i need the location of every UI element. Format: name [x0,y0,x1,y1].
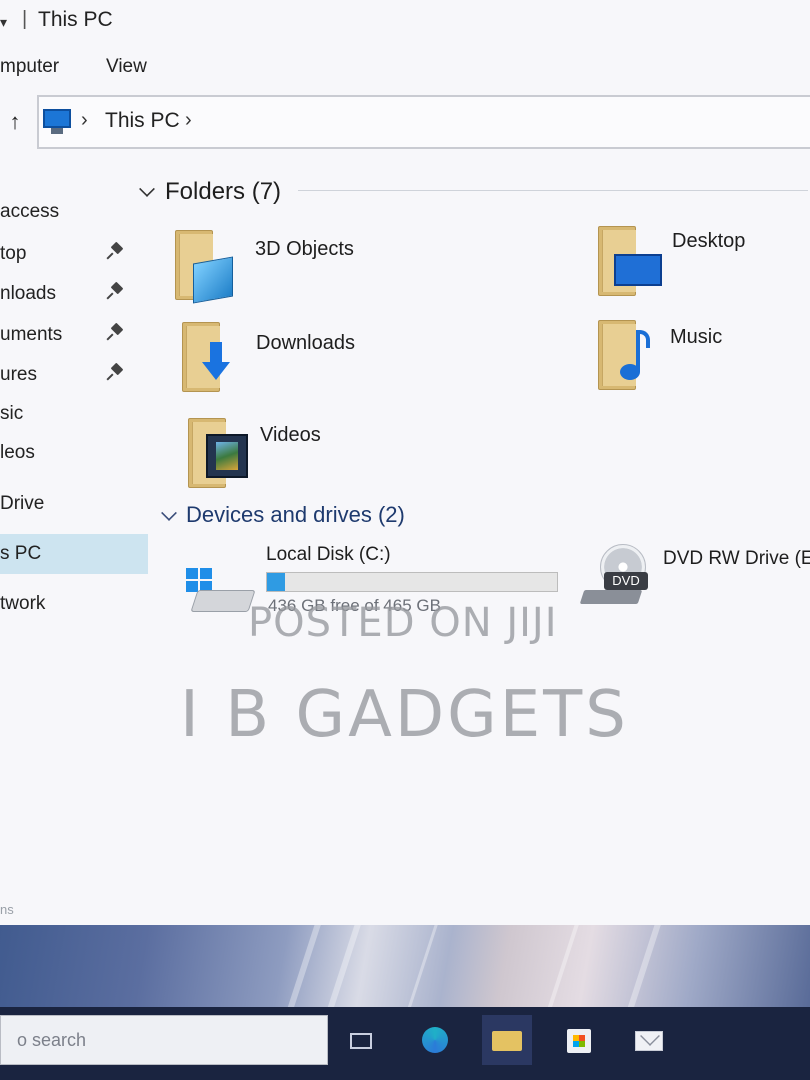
folder-name: Downloads [256,332,355,354]
chevron-down-icon [139,181,155,197]
nav-item-onedrive[interactable]: Drive [0,484,148,524]
folder-name: 3D Objects [255,238,354,260]
file-explorer-icon [492,1031,522,1051]
drive-name: Local Disk (C:) [266,544,391,565]
dvd-badge: DVD [604,572,648,590]
pin-icon [106,322,124,341]
breadcrumb-chevron-icon[interactable]: › [81,109,88,132]
dvd-drive-icon: DVD [579,544,652,606]
windows-logo-icon [186,568,212,592]
task-view-button[interactable] [336,1015,386,1065]
folder-desktop[interactable]: Desktop [598,226,808,316]
status-bar-text: ns [0,902,14,917]
title-separator: | [22,8,28,30]
window-title: This PC [38,8,113,31]
drive-dvd-rw-e[interactable]: DVD DVD RW Drive (E:) [579,544,810,614]
desktop-folder-icon [598,226,662,296]
folder-name: Videos [260,424,321,446]
pin-icon [106,281,124,300]
mail-icon [635,1031,663,1051]
taskbar: o search [0,1007,810,1080]
store-icon [567,1029,591,1053]
content-pane: Folders (7) 3D Objects Desktop Downloads… [130,160,810,920]
pin-icon [106,362,124,381]
address-bar[interactable]: › This PC › [37,95,810,149]
nav-item-desktop[interactable]: top [0,234,148,274]
nav-item-pictures[interactable]: ures [0,355,148,395]
mail-button[interactable] [624,1015,674,1065]
nav-item-quick-access[interactable]: access [0,192,148,232]
disk-usage-bar [266,572,558,592]
nav-item-label: twork [0,593,46,614]
tab-computer[interactable]: mputer [0,56,59,78]
nav-item-label: ures [0,364,37,385]
desktop-wallpaper [0,925,810,1007]
address-row: ↑ › This PC › [0,95,810,153]
music-folder-icon [598,320,650,390]
devices-group-header[interactable]: Devices and drives (2) [140,502,410,538]
nav-item-label: top [0,243,27,264]
folder-downloads[interactable]: Downloads [182,322,482,412]
nav-item-label: sic [0,403,24,424]
folder-videos[interactable]: Videos [188,418,488,508]
nav-item-label: uments [0,324,63,345]
nav-item-documents[interactable]: uments [0,315,148,355]
edge-icon [422,1027,448,1053]
folder-3d-objects[interactable]: 3D Objects [175,230,475,320]
breadcrumb-this-pc[interactable]: This PC [105,109,180,133]
pin-icon [106,241,124,260]
this-pc-icon [43,109,71,135]
file-explorer-button[interactable] [482,1015,532,1065]
tab-view[interactable]: View [106,56,147,78]
navigation-pane: access top nloads uments ures sic leos D… [0,160,148,920]
quick-access-toolbar-dropdown-icon[interactable]: ▾ [0,14,7,31]
nav-item-label: s PC [0,543,42,564]
nav-item-network[interactable]: twork [0,584,148,624]
taskbar-search-box[interactable]: o search [0,1015,328,1065]
nav-item-label: nloads [0,283,56,304]
group-divider [298,190,808,191]
3d-objects-icon [175,230,233,304]
folder-name: Desktop [672,230,746,252]
nav-item-this-pc[interactable]: s PC [0,534,148,574]
nav-item-downloads[interactable]: nloads [0,274,148,314]
drive-name: DVD RW Drive (E:) [663,548,810,569]
disk-usage-fill [267,573,285,591]
search-placeholder: o search [17,1030,87,1050]
nav-item-label: Drive [0,493,45,514]
ribbon-tabs: mputer View [0,50,810,86]
folders-group-header[interactable]: Folders (7) [139,178,310,214]
watermark-brand: I B GADGETS [180,678,629,752]
watermark-posted-on: POSTED ON JIJI [248,600,558,646]
title-bar: ▾ | This PC [0,0,810,42]
store-button[interactable] [554,1015,604,1065]
nav-item-label: access [0,201,60,222]
folder-name: Music [670,326,723,348]
file-explorer-window: ▾ | This PC mputer View ↑ › This PC › ac… [0,0,810,925]
up-arrow-button[interactable]: ↑ [4,109,26,135]
folder-music[interactable]: Music [598,320,808,410]
downloads-folder-icon [182,322,234,392]
nav-item-label: leos [0,442,35,463]
task-view-icon [350,1033,372,1049]
nav-item-videos[interactable]: leos [0,433,148,473]
folders-group-label: Folders (7) [165,178,282,205]
breadcrumb-chevron-icon[interactable]: › [185,109,192,132]
videos-folder-icon [188,418,248,488]
nav-item-music[interactable]: sic [0,394,148,434]
chevron-down-icon [161,505,177,521]
edge-button[interactable] [410,1015,460,1065]
devices-group-label: Devices and drives (2) [186,502,405,527]
